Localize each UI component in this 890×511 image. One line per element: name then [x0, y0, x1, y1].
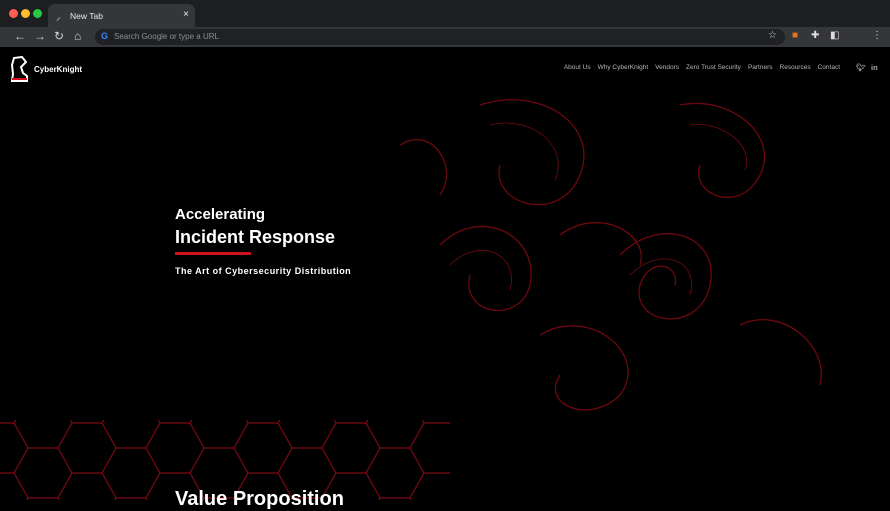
tab-title: New Tab	[70, 11, 103, 21]
cyberknight-logo-icon[interactable]	[10, 56, 30, 82]
home-icon[interactable]: ⌂	[74, 29, 81, 43]
google-icon: G	[101, 31, 109, 41]
tab-favicon-icon: ⸝	[56, 12, 61, 23]
linkedin-icon[interactable]: in	[871, 63, 878, 72]
omnibox-input[interactable]: Search Google or type a URL	[114, 32, 219, 41]
hero-heading-line2: Incident Response	[175, 227, 336, 247]
browser-tab-bar: ⸝ New Tab ×	[0, 0, 890, 27]
nav-zero-trust-security[interactable]: Zero Trust Security	[686, 64, 741, 71]
nav-vendors[interactable]: Vendors	[655, 64, 679, 71]
close-tab-icon[interactable]: ×	[183, 9, 189, 20]
main-nav: About Us Why CyberKnight Vendors Zero Tr…	[564, 64, 840, 71]
reload-icon[interactable]: ↻	[54, 29, 64, 43]
bookmark-star-icon[interactable]: ☆	[768, 30, 777, 41]
browser-toolbar: ← → ↻ ⌂ G Search Google or type a URL ☆ …	[0, 27, 890, 47]
minimize-window-button[interactable]	[21, 9, 30, 18]
nav-resources[interactable]: Resources	[780, 64, 811, 71]
omnibox[interactable]: G Search Google or type a URL ☆	[95, 29, 785, 45]
brand-name[interactable]: CyberKnight	[34, 65, 82, 74]
nav-partners[interactable]: Partners	[748, 64, 773, 71]
nav-contact[interactable]: Contact	[818, 64, 840, 71]
menu-kebab-icon[interactable]: ⋮	[872, 30, 882, 41]
metamask-extension-icon[interactable]: ■	[792, 30, 798, 41]
nav-why-cyberknight[interactable]: Why CyberKnight	[598, 64, 649, 71]
side-panel-icon[interactable]: ◧	[830, 30, 839, 41]
hero-swirl-background	[399, 99, 822, 411]
back-icon[interactable]: ←	[14, 29, 26, 43]
forward-icon[interactable]: →	[34, 29, 46, 43]
nav-about-us[interactable]: About Us	[564, 64, 591, 71]
close-window-button[interactable]	[9, 9, 18, 18]
extensions-puzzle-icon[interactable]: ✚	[811, 30, 819, 41]
browser-tab[interactable]: ⸝ New Tab ×	[48, 4, 195, 27]
hero-subtitle: The Art of Cybersecurity Distribution	[175, 266, 352, 276]
maximize-window-button[interactable]	[33, 9, 42, 18]
twitter-icon[interactable]: 🐦︎	[856, 63, 866, 72]
hero-accent-bar	[175, 252, 251, 255]
hero-heading-line1: Accelerating	[175, 206, 266, 223]
